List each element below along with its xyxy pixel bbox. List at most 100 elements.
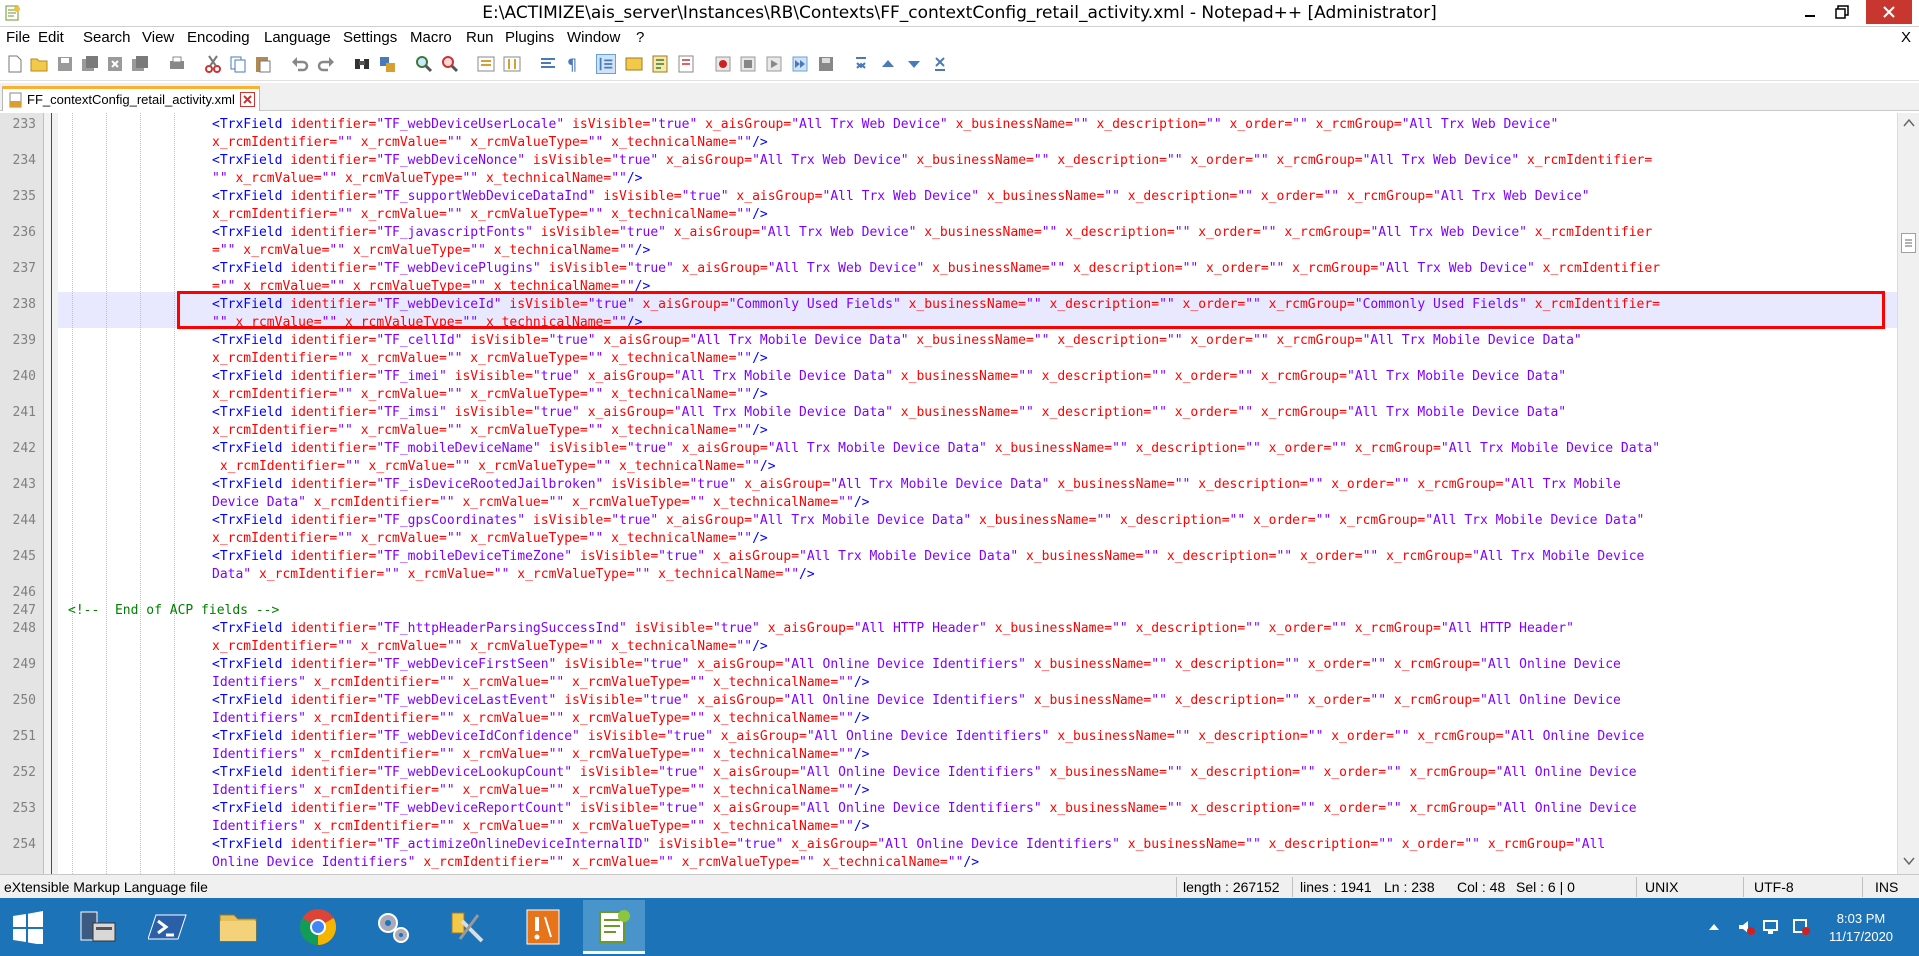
tab-ff-contextconfig[interactable]: FF_contextConfig_retail_activity.xml	[2, 86, 260, 111]
menu-run[interactable]: Run	[466, 29, 494, 46]
run-macro-multiple-icon[interactable]	[790, 54, 810, 74]
code-line[interactable]: x_rcmIdentifier="" x_rcmValue="" x_rcmVa…	[212, 422, 768, 440]
close-tab-icon[interactable]	[240, 92, 255, 107]
code-line[interactable]: <TrxField identifier="TF_webDeviceReport…	[212, 800, 1637, 818]
new-file-icon[interactable]	[5, 54, 25, 74]
code-line[interactable]: <!-- End of ACP fields -->	[68, 602, 279, 620]
sync-vertical-icon[interactable]	[476, 54, 496, 74]
network-icon[interactable]	[1762, 918, 1780, 936]
code-line[interactable]: <TrxField identifier="TF_javascriptFonts…	[212, 224, 1652, 242]
code-line[interactable]: Device Data" x_rcmIdentifier="" x_rcmVal…	[212, 494, 869, 512]
code-line[interactable]: x_rcmIdentifier="" x_rcmValue="" x_rcmVa…	[212, 350, 768, 368]
zoom-out-icon[interactable]	[440, 54, 460, 74]
code-line[interactable]: <TrxField identifier="TF_httpHeaderParsi…	[212, 620, 1574, 638]
open-file-icon[interactable]	[29, 54, 49, 74]
vertical-scrollbar[interactable]	[1897, 113, 1919, 874]
code-line[interactable]: ="" x_rcmValue="" x_rcmValueType="" x_te…	[212, 242, 650, 260]
insert-mode-label[interactable]: INS	[1875, 879, 1898, 895]
user-defined-language-icon[interactable]	[624, 54, 644, 74]
record-macro-icon[interactable]	[713, 54, 733, 74]
code-line[interactable]: <TrxField identifier="TF_mobileDeviceTim…	[212, 548, 1644, 566]
menu-edit[interactable]: Edit	[38, 29, 64, 46]
code-line[interactable]: Identifiers" x_rcmIdentifier="" x_rcmVal…	[212, 710, 869, 728]
editor-pane[interactable]: 233 <TrxField identifier="TF_webDeviceUse…	[0, 113, 1897, 874]
menu-settings[interactable]: Settings	[343, 29, 397, 46]
code-line[interactable]: <TrxField identifier="TF_webDeviceLastEv…	[212, 692, 1621, 710]
code-line[interactable]: <TrxField identifier="TF_webDeviceIdConf…	[212, 728, 1644, 746]
code-line[interactable]: Identifiers" x_rcmIdentifier="" x_rcmVal…	[212, 674, 869, 692]
code-line[interactable]: x_rcmIdentifier="" x_rcmValue="" x_rcmVa…	[212, 206, 768, 224]
eol-format-label[interactable]: UNIX	[1645, 879, 1678, 895]
menu-view[interactable]: View	[142, 29, 174, 46]
code-line[interactable]: <TrxField identifier="TF_actimizeOnlineD…	[212, 836, 1605, 854]
save-macro-icon[interactable]	[816, 54, 836, 74]
code-line[interactable]: x_rcmIdentifier="" x_rcmValue="" x_rcmVa…	[212, 638, 768, 656]
menu-file[interactable]: File	[6, 29, 30, 46]
taskbar-powershell[interactable]	[140, 900, 196, 954]
code-line[interactable]: Identifiers" x_rcmIdentifier="" x_rcmVal…	[212, 818, 869, 836]
code-line[interactable]: <TrxField identifier="TF_webDeviceLookup…	[212, 764, 1637, 782]
menu-help[interactable]: ?	[636, 29, 644, 46]
code-line[interactable]: <TrxField identifier="TF_imei" isVisible…	[212, 368, 1566, 386]
code-line[interactable]: <TrxField identifier="TF_cellId" isVisib…	[212, 332, 1582, 350]
collapse-icon[interactable]	[851, 54, 871, 74]
code-line[interactable]: <TrxField identifier="TF_imsi" isVisible…	[212, 404, 1566, 422]
show-hidden-icons-icon[interactable]	[1705, 918, 1723, 936]
code-line[interactable]: x_rcmIdentifier="" x_rcmValue="" x_rcmVa…	[212, 530, 768, 548]
expand-icon[interactable]	[930, 54, 950, 74]
taskbar-installer[interactable]	[515, 900, 571, 954]
menu-macro[interactable]: Macro	[410, 29, 452, 46]
volume-muted-icon[interactable]	[1737, 918, 1755, 936]
menu-plugins[interactable]: Plugins	[505, 29, 554, 46]
action-center-icon[interactable]	[1792, 918, 1810, 936]
code-line[interactable]: Identifiers" x_rcmIdentifier="" x_rcmVal…	[212, 746, 869, 764]
move-down-icon[interactable]	[904, 54, 924, 74]
indent-guide-icon[interactable]	[596, 54, 616, 74]
code-line[interactable]: <TrxField identifier="TF_webDeviceFirstS…	[212, 656, 1621, 674]
code-line[interactable]: Identifiers" x_rcmIdentifier="" x_rcmVal…	[212, 782, 869, 800]
stop-macro-icon[interactable]	[738, 54, 758, 74]
code-line[interactable]: <TrxField identifier="TF_mobileDeviceNam…	[212, 440, 1660, 458]
move-up-icon[interactable]	[878, 54, 898, 74]
system-clock[interactable]: 8:03 PM 11/17/2020	[1826, 910, 1896, 946]
play-macro-icon[interactable]	[764, 54, 784, 74]
code-line[interactable]: <TrxField identifier="TF_webDevicePlugin…	[212, 260, 1660, 278]
function-list-icon[interactable]	[676, 54, 696, 74]
document-map-icon[interactable]	[650, 54, 670, 74]
menu-window[interactable]: Window	[567, 29, 620, 46]
close-button[interactable]	[1866, 0, 1912, 24]
menu-language[interactable]: Language	[264, 29, 331, 46]
scroll-down-icon[interactable]	[1903, 856, 1915, 866]
code-line[interactable]: "" x_rcmValue="" x_rcmValueType="" x_tec…	[212, 170, 643, 188]
redo-icon[interactable]	[316, 54, 336, 74]
code-line[interactable]: x_rcmIdentifier="" x_rcmValue="" x_rcmVa…	[212, 134, 768, 152]
save-all-icon[interactable]	[80, 54, 100, 74]
taskbar-file-explorer[interactable]	[210, 900, 266, 954]
replace-icon[interactable]	[377, 54, 397, 74]
zoom-in-icon[interactable]	[414, 54, 434, 74]
code-line[interactable]: <TrxField identifier="TF_supportWebDevic…	[212, 188, 1590, 206]
copy-icon[interactable]	[228, 54, 248, 74]
start-button[interactable]	[0, 900, 56, 954]
taskbar-tools[interactable]	[440, 900, 496, 954]
save-icon[interactable]	[55, 54, 75, 74]
taskbar-notepad-plus-plus[interactable]	[583, 900, 645, 954]
print-icon[interactable]	[167, 54, 187, 74]
encoding-label[interactable]: UTF-8	[1754, 879, 1794, 895]
cut-icon[interactable]	[203, 54, 223, 74]
find-icon[interactable]	[352, 54, 372, 74]
close-all-icon[interactable]	[130, 54, 150, 74]
code-line[interactable]: <TrxField identifier="TF_isDeviceRootedJ…	[212, 476, 1621, 494]
maximize-button[interactable]	[1822, 0, 1862, 24]
paste-icon[interactable]	[253, 54, 273, 74]
show-all-characters-icon[interactable]: ¶	[563, 54, 583, 74]
undo-icon[interactable]	[290, 54, 310, 74]
taskbar-server-manager[interactable]	[70, 900, 126, 954]
menu-encoding[interactable]: Encoding	[187, 29, 250, 46]
taskbar-settings[interactable]	[365, 900, 421, 954]
word-wrap-icon[interactable]	[538, 54, 558, 74]
close-file-icon[interactable]	[105, 54, 125, 74]
scroll-thumb[interactable]	[1901, 233, 1916, 253]
taskbar-chrome[interactable]	[290, 900, 346, 954]
code-line[interactable]: Data" x_rcmIdentifier="" x_rcmValue="" x…	[212, 566, 815, 584]
